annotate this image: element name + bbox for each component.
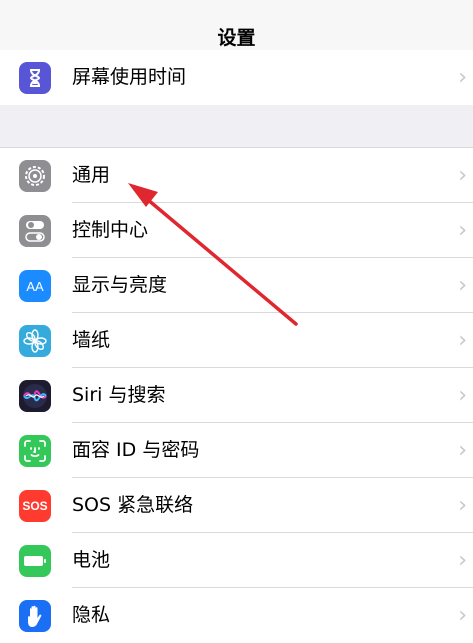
chevron-right-icon: ›	[458, 438, 467, 463]
text-size-icon: AA	[19, 270, 51, 302]
chevron-right-icon: ›	[458, 65, 467, 90]
settings-row-face-id[interactable]: 面容 ID 与密码 ›	[0, 423, 473, 478]
hourglass-icon	[19, 62, 51, 94]
settings-row-screen-time[interactable]: 屏幕使用时间 ›	[0, 50, 473, 105]
settings-row-siri[interactable]: Siri 与搜索 ›	[0, 368, 473, 423]
chevron-right-icon: ›	[458, 383, 467, 408]
siri-icon	[19, 380, 51, 412]
hand-icon	[19, 600, 51, 632]
row-label: 墙纸	[72, 329, 111, 351]
chevron-right-icon: ›	[458, 603, 467, 628]
chevron-right-icon: ›	[458, 493, 467, 518]
settings-row-battery[interactable]: 电池 ›	[0, 533, 473, 588]
sos-icon: SOS	[19, 490, 51, 522]
chevron-right-icon: ›	[458, 218, 467, 243]
sos-glyph: SOS	[22, 499, 48, 513]
row-label: 屏幕使用时间	[72, 66, 187, 88]
flower-icon	[19, 325, 51, 357]
toggles-icon	[19, 215, 51, 247]
settings-group-screen-time: 屏幕使用时间 ›	[0, 50, 473, 105]
settings-row-general[interactable]: 通用 ›	[0, 148, 473, 203]
chevron-right-icon: ›	[458, 548, 467, 573]
row-label: 通用	[72, 164, 111, 186]
page-title: 设置	[217, 27, 256, 49]
settings-row-display[interactable]: AA 显示与亮度 ›	[0, 258, 473, 313]
settings-row-sos[interactable]: SOS SOS 紧急联络 ›	[0, 478, 473, 533]
row-label: SOS 紧急联络	[72, 494, 194, 516]
row-label: 电池	[72, 549, 111, 571]
row-label: Siri 与搜索	[72, 384, 166, 406]
text-size-glyph: AA	[26, 278, 44, 294]
row-label: 控制中心	[72, 219, 149, 241]
face-id-icon	[19, 435, 51, 467]
battery-icon	[19, 545, 51, 577]
row-label: 显示与亮度	[72, 274, 168, 296]
chevron-right-icon: ›	[458, 273, 467, 298]
chevron-right-icon: ›	[458, 328, 467, 353]
chevron-right-icon: ›	[458, 163, 467, 188]
settings-group-general: 通用 › 控制中心 › AA 显示与亮度 › 墙纸 › Siri 与搜索 › 面…	[0, 147, 473, 643]
settings-row-wallpaper[interactable]: 墙纸 ›	[0, 313, 473, 368]
row-label: 面容 ID 与密码	[72, 439, 200, 461]
settings-row-control-center[interactable]: 控制中心 ›	[0, 203, 473, 258]
gear-icon	[19, 160, 51, 192]
row-label: 隐私	[72, 604, 111, 626]
settings-row-privacy[interactable]: 隐私 ›	[0, 588, 473, 643]
